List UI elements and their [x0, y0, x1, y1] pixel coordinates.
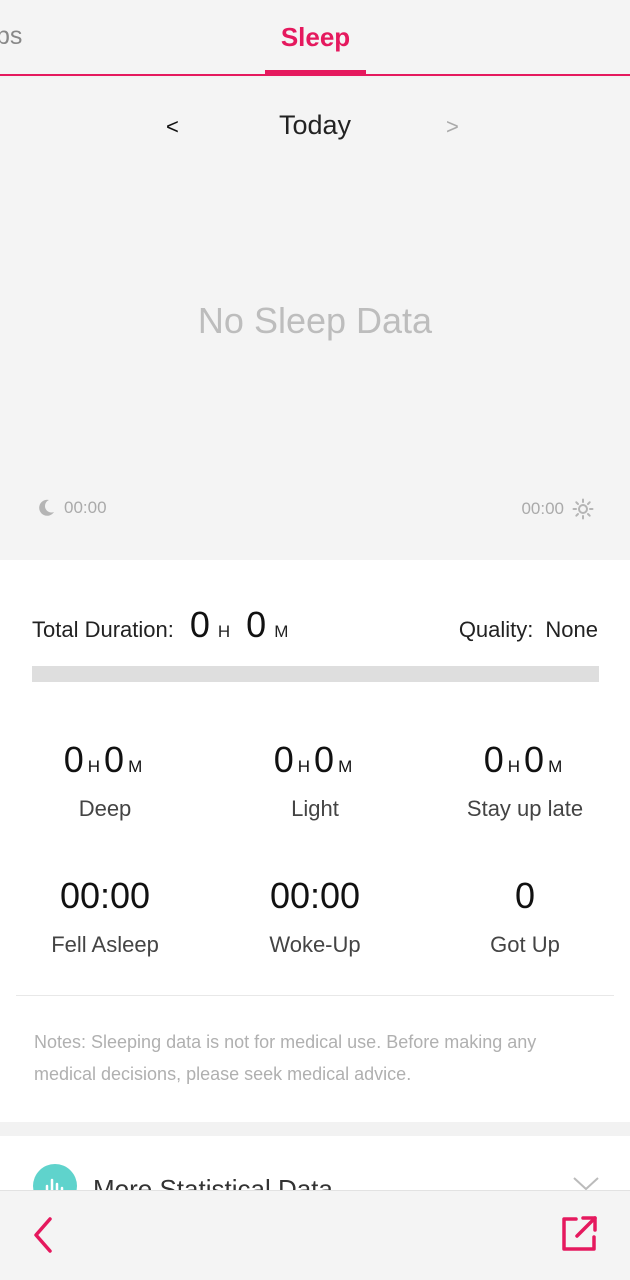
- time-label: Woke-Up: [269, 932, 361, 957]
- minute-unit: M: [128, 757, 143, 776]
- total-duration-row: Total Duration: 0 H 0 M Quality: None: [32, 604, 598, 652]
- total-duration-label: Total Duration:: [32, 617, 174, 642]
- hour-unit: H: [297, 757, 311, 776]
- stat-hours: 0: [63, 739, 84, 780]
- stat-stay-up-late: 0H0M Stay up late: [420, 736, 630, 822]
- stat-minutes: 0: [104, 739, 125, 780]
- quality-value: None: [545, 617, 598, 642]
- hour-unit: H: [87, 757, 101, 776]
- next-day-button[interactable]: >: [446, 114, 459, 140]
- total-hours: 0: [189, 604, 210, 645]
- share-icon[interactable]: [560, 1215, 598, 1253]
- stat-minutes: 0: [314, 739, 335, 780]
- more-statistical-data[interactable]: More Statistical Data: [0, 1136, 630, 1196]
- stat-minutes: 0: [524, 739, 545, 780]
- bottom-bar: [0, 1190, 630, 1280]
- sleep-end: 00:00: [521, 498, 594, 520]
- sleep-start: 00:00: [36, 498, 107, 518]
- quality-label: Quality:: [458, 617, 534, 642]
- empty-state-message: No Sleep Data: [197, 300, 433, 341]
- sleep-progress-bar: [32, 666, 599, 682]
- time-value: 0: [514, 875, 536, 916]
- tab-bar: ps Sleep: [0, 0, 630, 76]
- time-got-up: 0 Got Up: [420, 872, 630, 958]
- minute-unit: M: [274, 622, 289, 641]
- tab-sleep[interactable]: Sleep: [265, 22, 366, 53]
- time-value: 00:00: [269, 875, 361, 916]
- medical-notes: Notes: Sleeping data is not for medical …: [34, 1032, 537, 1084]
- sleep-chart-area: < Today > No Sleep Data 00:00 00:00: [0, 78, 630, 560]
- time-woke-up: 00:00 Woke-Up: [210, 872, 420, 958]
- quality: Quality: None: [459, 617, 598, 643]
- stat-light: 0H0M Light: [210, 736, 420, 822]
- stat-label: Stay up late: [466, 796, 584, 821]
- time-label: Fell Asleep: [51, 932, 159, 957]
- minute-unit: M: [548, 757, 563, 776]
- date-label: Today: [278, 110, 352, 140]
- time-value: 00:00: [59, 875, 151, 916]
- hour-unit: H: [217, 622, 231, 641]
- sleep-summary-card: Total Duration: 0 H 0 M Quality: None 0H0…: [0, 560, 630, 1122]
- time-label: Got Up: [490, 932, 560, 957]
- minute-unit: M: [338, 757, 353, 776]
- time-fell-asleep: 00:00 Fell Asleep: [0, 872, 210, 958]
- sleep-end-time: 00:00: [521, 499, 564, 518]
- sleep-start-time: 00:00: [64, 498, 107, 517]
- stat-label: Deep: [78, 796, 132, 821]
- stat-deep: 0H0M Deep: [0, 736, 210, 822]
- divider: [16, 995, 614, 996]
- sun-icon: [572, 498, 594, 520]
- stat-hours: 0: [273, 739, 294, 780]
- hour-unit: H: [507, 757, 521, 776]
- tab-active-indicator: [265, 70, 366, 75]
- stat-hours: 0: [483, 739, 504, 780]
- total-minutes: 0: [246, 604, 267, 645]
- back-arrow-icon[interactable]: [28, 1215, 60, 1255]
- stat-label: Light: [291, 796, 339, 821]
- previous-day-button[interactable]: <: [166, 114, 179, 140]
- tab-previous[interactable]: ps: [0, 22, 22, 51]
- moon-icon: [39, 499, 54, 516]
